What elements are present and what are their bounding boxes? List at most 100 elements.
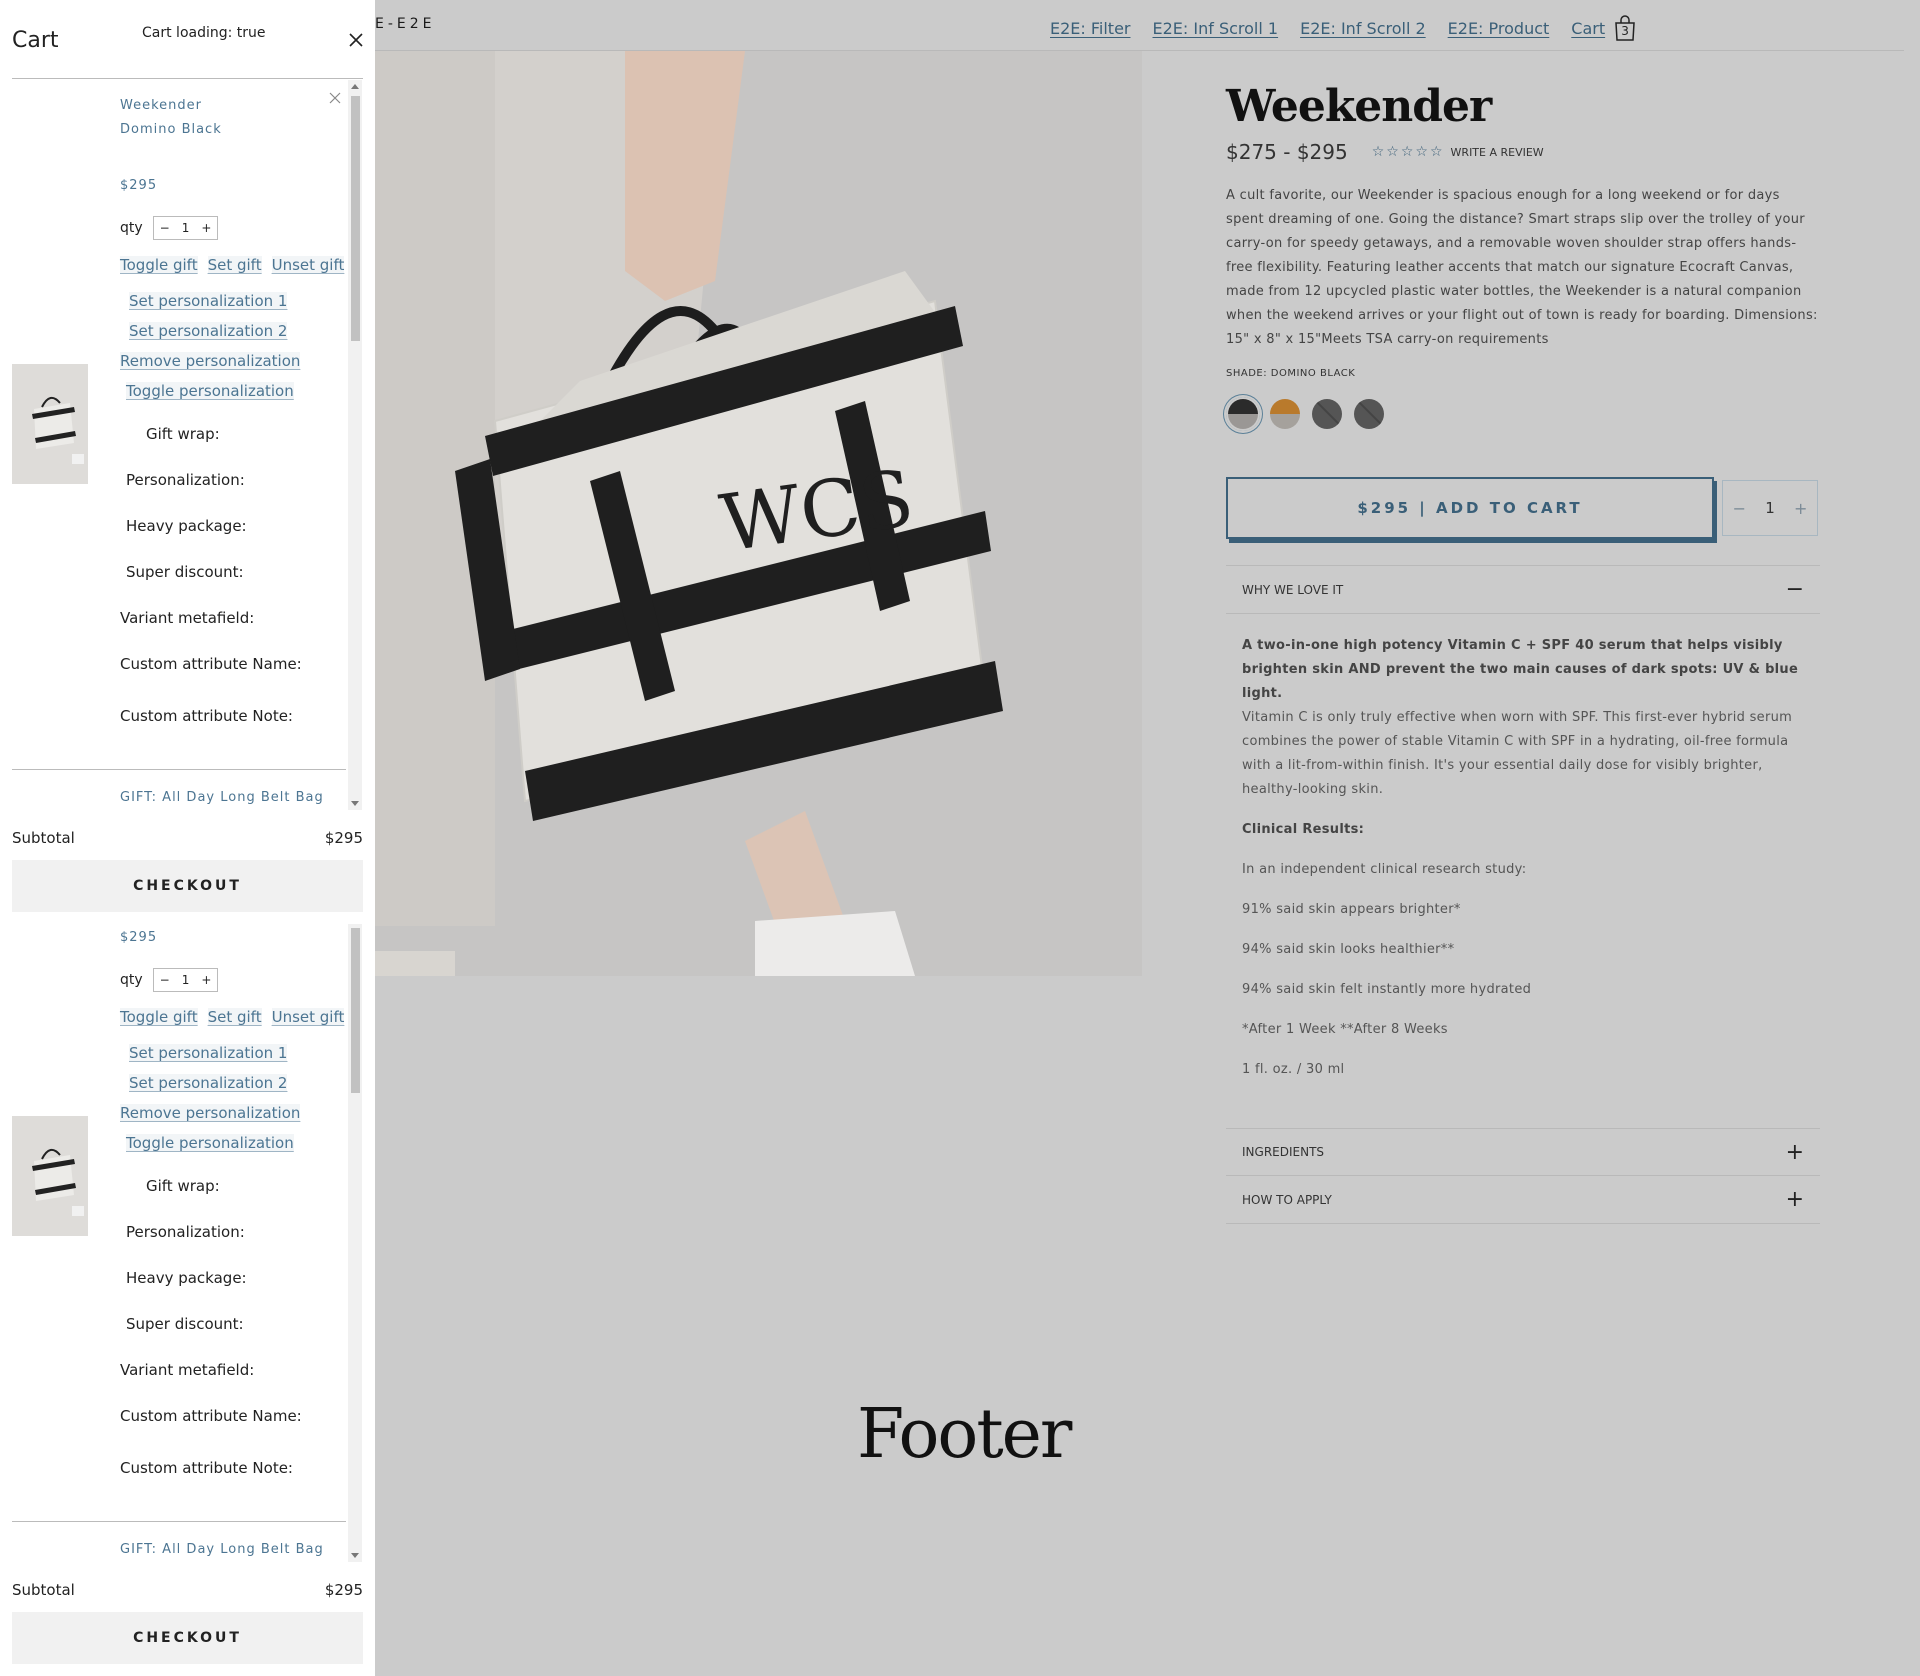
item-qty-value[interactable]: 1 [176, 973, 196, 987]
why-body: Vitamin C is only truly effective when w… [1242, 710, 1793, 797]
remove-personalization-link[interactable]: Remove personalization [120, 1104, 301, 1122]
set-gift-link[interactable]: Set gift [207, 256, 262, 274]
divider [12, 1521, 346, 1522]
item-quantity-stepper: − 1 + [152, 968, 219, 992]
minus-icon[interactable]: − [154, 973, 176, 987]
product-size: 1 fl. oz. / 30 ml [1242, 1062, 1345, 1077]
main-nav: E2E: Filter E2E: Inf Scroll 1 E2E: Inf S… [1050, 14, 1637, 42]
quantity-stepper: − 1 + [1722, 480, 1818, 536]
nav-cart-label[interactable]: Cart [1571, 19, 1605, 38]
unset-gift-link[interactable]: Unset gift [271, 1008, 345, 1026]
qty-label: qty [120, 972, 143, 988]
variant-metafield-label: Variant metafield: [120, 609, 255, 627]
clinical-stat: 94% said skin looks healthier** [1242, 942, 1455, 957]
toggle-personalization-link[interactable]: Toggle personalization [126, 1134, 294, 1152]
nav-cart[interactable]: Cart 3 [1571, 14, 1637, 42]
gift-wrap-label: Gift wrap: [146, 1177, 220, 1195]
personalization-action-1: Set personalization 1 [129, 1044, 288, 1062]
gift-item-line: GIFT: All Day Long Belt Bag [120, 1542, 324, 1557]
toggle-personalization-link[interactable]: Toggle personalization [126, 382, 294, 400]
nav-product[interactable]: E2E: Product [1448, 19, 1550, 38]
toggle-gift-link[interactable]: Toggle gift [120, 1008, 198, 1026]
swatch-domino-black[interactable] [1226, 397, 1260, 431]
swatch-unavailable-2[interactable] [1352, 397, 1386, 431]
personalization-action-2: Set personalization 2 [129, 322, 288, 340]
unset-gift-link[interactable]: Unset gift [271, 256, 345, 274]
clinical-title: Clinical Results: [1242, 822, 1365, 837]
personalization-action-4: Toggle personalization [126, 382, 294, 400]
scroll-thumb[interactable] [351, 928, 360, 1093]
remove-item-icon[interactable] [328, 91, 342, 105]
gift-actions: Toggle gift Set gift Unset gift [120, 1008, 345, 1026]
item-qty-row: qty − 1 + [120, 216, 219, 240]
scroll-up-icon[interactable] [351, 84, 359, 89]
checkout-button[interactable]: CHECKOUT [12, 1612, 363, 1664]
item-quantity-stepper: − 1 + [152, 216, 219, 240]
product-details: Weekender $275 - $295 ☆ ☆ ☆ ☆ ☆ WRITE A … [1226, 51, 1820, 1224]
qty-label: qty [120, 220, 143, 236]
product-title: Weekender [1226, 81, 1492, 132]
cart-line-item: $295 qty − 1 + Toggle gift Set gift Unse… [0, 752, 375, 1676]
cart-scrollbar[interactable] [348, 924, 362, 1562]
item-qty-value[interactable]: 1 [176, 221, 196, 235]
item-price: $295 [120, 178, 158, 193]
swatch-unavailable-1[interactable] [1310, 397, 1344, 431]
add-to-cart-button[interactable]: $295 | ADD TO CART [1226, 477, 1714, 539]
set-gift-link[interactable]: Set gift [207, 1008, 262, 1026]
quantity-value[interactable]: 1 [1765, 499, 1775, 517]
star-icon: ☆ [1400, 144, 1414, 160]
subtotal-label: Subtotal [12, 1581, 75, 1599]
accordion-why-we-love-it[interactable]: WHY WE LOVE IT − [1226, 566, 1820, 614]
scroll-thumb[interactable] [351, 96, 360, 341]
product-image: WCS [375, 51, 1142, 976]
personalization-action-4: Toggle personalization [126, 1134, 294, 1152]
site-logo[interactable]: E-E2E [375, 16, 436, 32]
gift-actions: Toggle gift Set gift Unset gift [120, 256, 345, 274]
set-personalization-2-link[interactable]: Set personalization 2 [129, 1074, 288, 1092]
toggle-gift-link[interactable]: Toggle gift [120, 256, 198, 274]
product-description: A cult favorite, our Weekender is spacio… [1226, 188, 1818, 347]
variant-metafield-label: Variant metafield: [120, 1361, 255, 1379]
swatch-cognac[interactable] [1268, 397, 1302, 431]
super-discount-label: Super discount: [126, 1315, 244, 1333]
plus-icon: + [1785, 1187, 1804, 1212]
minus-icon: − [1785, 577, 1804, 602]
super-discount-label: Super discount: [126, 563, 244, 581]
minus-icon[interactable]: − [1733, 499, 1746, 518]
set-personalization-1-link[interactable]: Set personalization 1 [129, 1044, 288, 1062]
minus-icon[interactable]: − [154, 221, 176, 235]
clinical-stat: 94% said skin felt instantly more hydrat… [1242, 982, 1532, 997]
rating-stars[interactable]: ☆ ☆ ☆ ☆ ☆ [1372, 144, 1443, 160]
write-review-link[interactable]: WRITE A REVIEW [1451, 146, 1544, 159]
subtotal-row: Subtotal $295 [12, 1581, 363, 1599]
product-price: $275 - $295 [1226, 140, 1348, 164]
scroll-down-icon[interactable] [351, 1553, 359, 1558]
shopping-bag-icon[interactable]: 3 [1613, 14, 1637, 42]
heavy-package-label: Heavy package: [126, 1269, 247, 1287]
heavy-package-label: Heavy package: [126, 517, 247, 535]
accordion-title: INGREDIENTS [1242, 1145, 1325, 1159]
nav-filter[interactable]: E2E: Filter [1050, 19, 1131, 38]
shade-swatches [1226, 397, 1820, 431]
set-personalization-2-link[interactable]: Set personalization 2 [129, 322, 288, 340]
nav-inf-scroll-2[interactable]: E2E: Inf Scroll 2 [1300, 19, 1426, 38]
plus-icon[interactable]: + [195, 221, 217, 235]
item-thumbnail[interactable] [12, 1116, 88, 1236]
plus-icon[interactable]: + [1794, 499, 1807, 518]
subtotal-value: $295 [324, 1581, 363, 1599]
accordion-why-body: A two-in-one high potency Vitamin C + SP… [1226, 614, 1820, 1128]
personalization-label: Personalization: [126, 471, 245, 489]
cart-count-badge: 3 [1621, 24, 1629, 38]
item-name[interactable]: Weekender [120, 94, 202, 118]
accordion-how-to-apply[interactable]: HOW TO APPLY + [1226, 1176, 1820, 1224]
accordion-title: WHY WE LOVE IT [1242, 582, 1344, 597]
plus-icon[interactable]: + [195, 973, 217, 987]
remove-personalization-link[interactable]: Remove personalization [120, 352, 301, 370]
accordion-ingredients[interactable]: INGREDIENTS + [1226, 1128, 1820, 1176]
nav-inf-scroll-1[interactable]: E2E: Inf Scroll 1 [1153, 19, 1279, 38]
cart-scrollbar[interactable] [348, 80, 362, 810]
item-thumbnail[interactable] [12, 364, 88, 484]
set-personalization-1-link[interactable]: Set personalization 1 [129, 292, 288, 310]
clinical-stat: 91% said skin appears brighter* [1242, 902, 1461, 917]
gift-wrap-label: Gift wrap: [146, 425, 220, 443]
